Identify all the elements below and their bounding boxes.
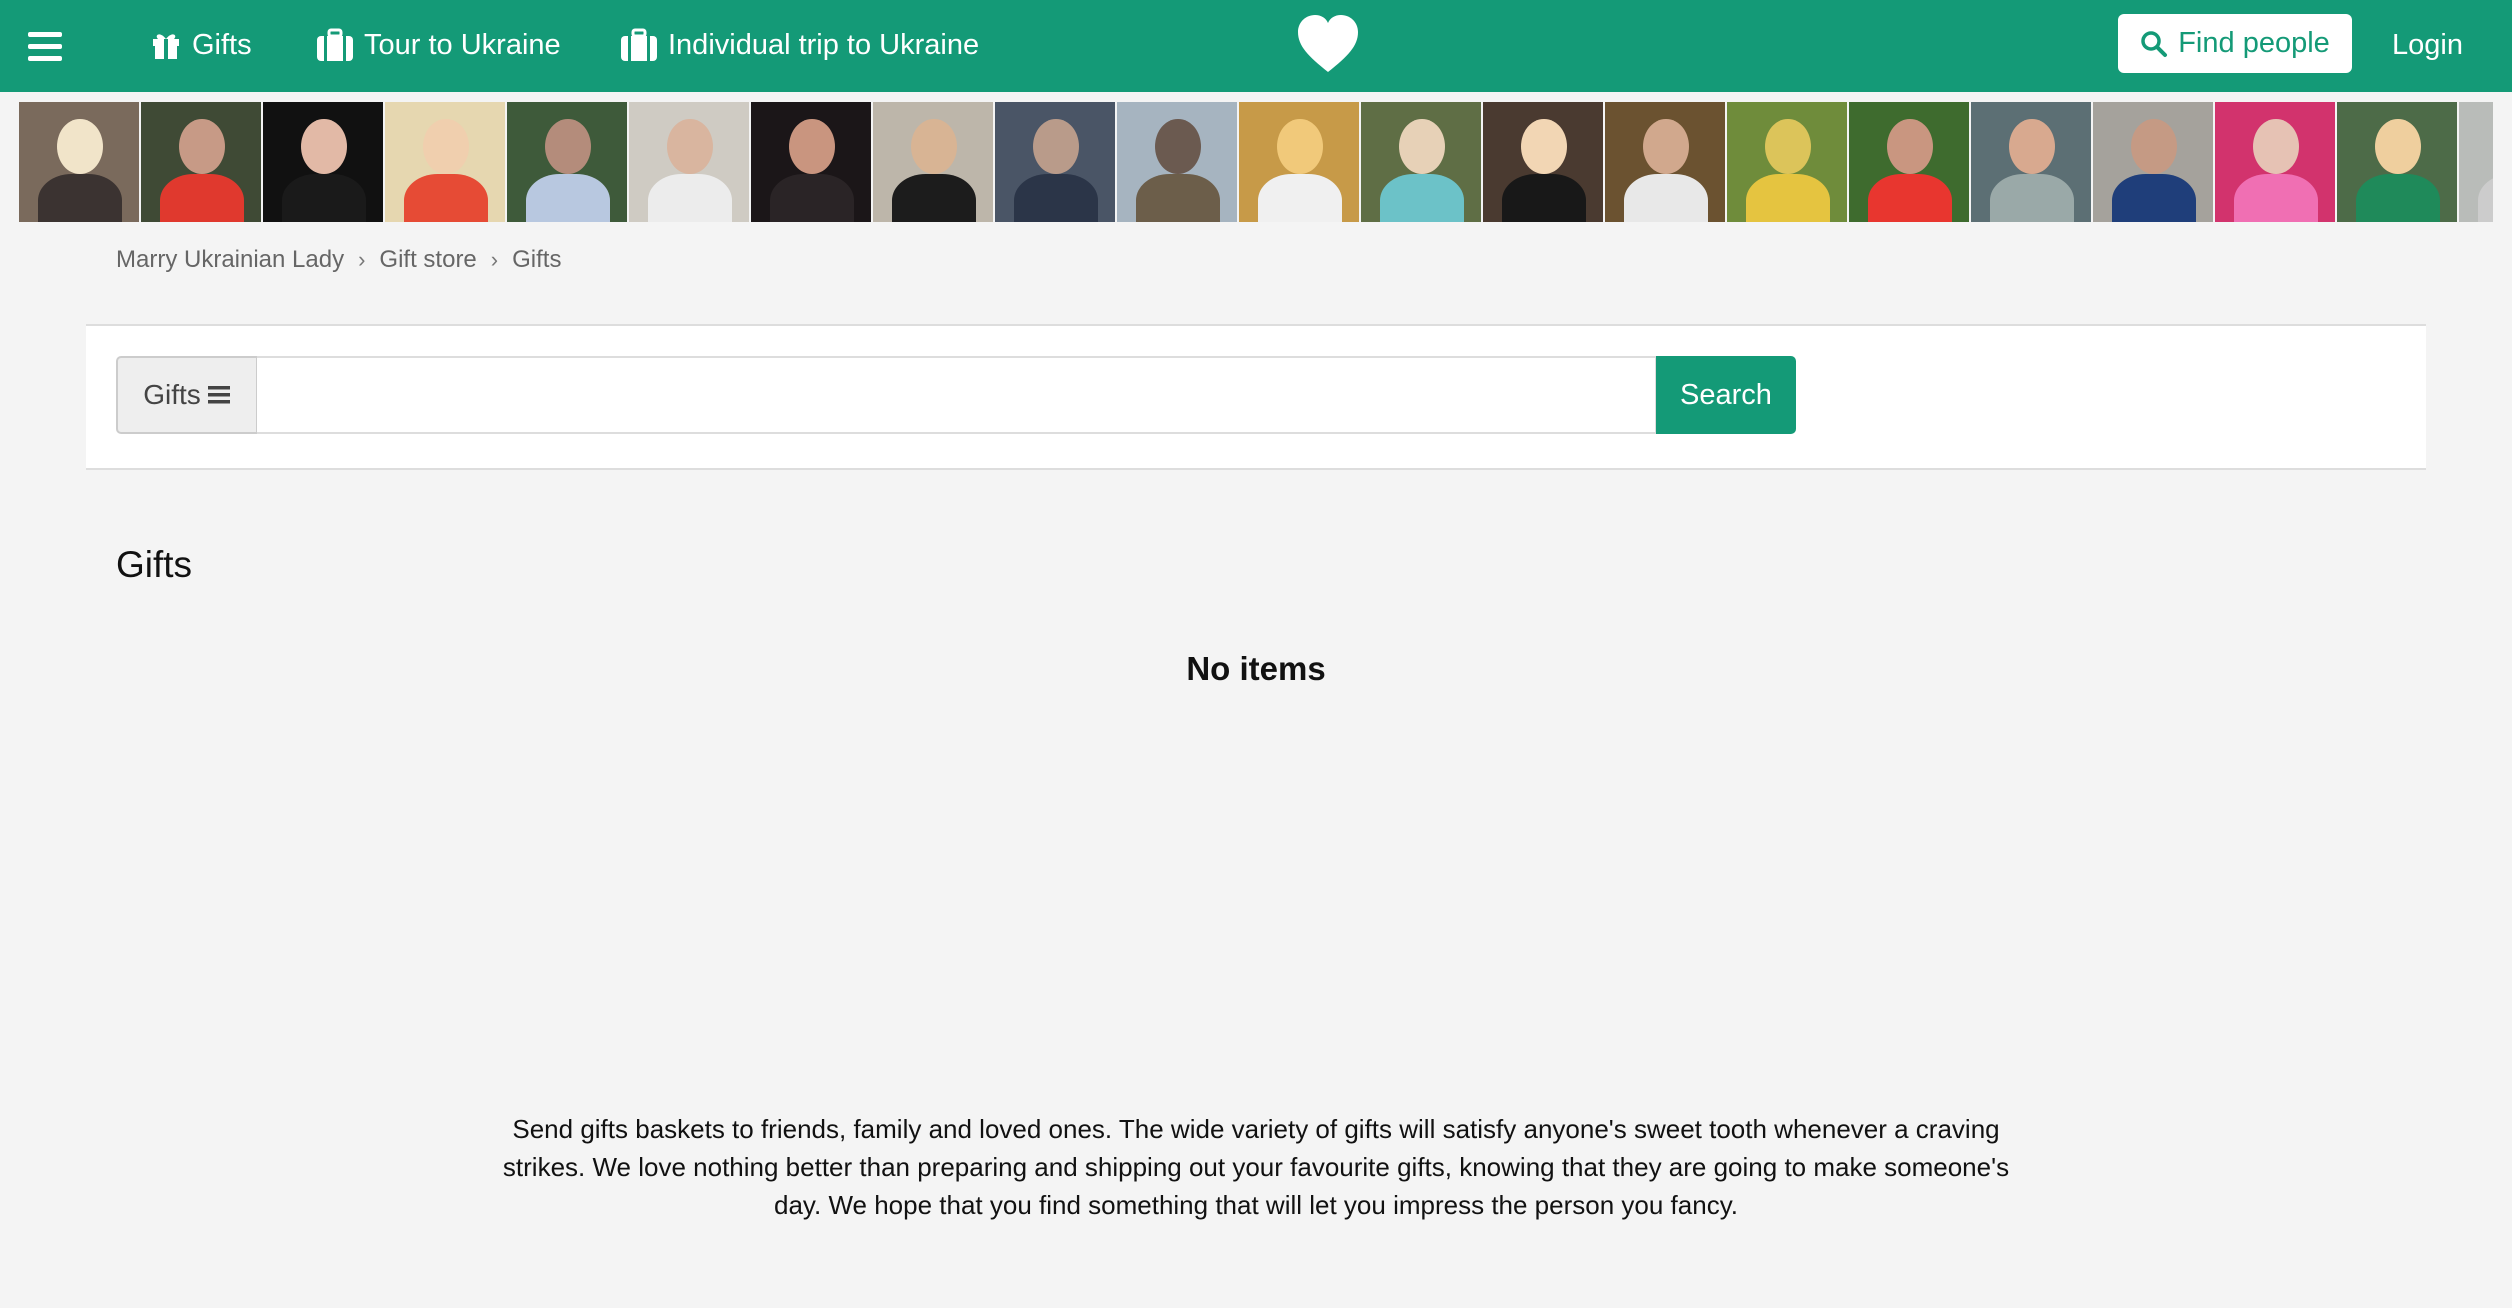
profile-photo-thumbnail[interactable] bbox=[2459, 102, 2493, 222]
photo-figure-body bbox=[2112, 174, 2197, 222]
chevron-right-icon: › bbox=[490, 247, 499, 272]
heart-logo-icon[interactable] bbox=[1296, 14, 1360, 74]
breadcrumb-gifts[interactable]: Gifts bbox=[512, 246, 561, 274]
photo-figure-body bbox=[892, 174, 977, 222]
photo-figure-body bbox=[38, 174, 123, 222]
nav-trip-label: Individual trip to Ukraine bbox=[668, 28, 980, 61]
profile-photo-thumbnail[interactable] bbox=[873, 102, 993, 222]
profile-photo-thumbnail[interactable] bbox=[141, 102, 261, 222]
profile-photo-thumbnail[interactable] bbox=[1483, 102, 1603, 222]
breadcrumb-home[interactable]: Marry Ukrainian Lady bbox=[116, 246, 344, 274]
gift-icon bbox=[153, 34, 179, 59]
profile-photo-thumbnail[interactable] bbox=[1117, 102, 1237, 222]
photo-figure-head bbox=[1399, 118, 1445, 174]
top-navigation-bar: Gifts Tour to Ukraine Individual trip to… bbox=[0, 0, 2512, 92]
photo-figure-body bbox=[2356, 174, 2441, 222]
photo-figure-body bbox=[648, 174, 733, 222]
profile-photo-thumbnail[interactable] bbox=[1605, 102, 1725, 222]
photo-figure-head bbox=[1765, 118, 1811, 174]
photo-figure-body bbox=[770, 174, 855, 222]
photo-figure-head bbox=[789, 118, 835, 174]
find-people-label: Find people bbox=[2178, 27, 2330, 59]
photo-figure-body bbox=[2234, 174, 2319, 222]
photo-figure-head bbox=[2253, 118, 2299, 174]
photo-figure-body bbox=[282, 174, 367, 222]
photo-figure-body bbox=[1868, 174, 1953, 222]
photo-figure-head bbox=[1887, 118, 1933, 174]
profile-photo-thumbnail[interactable] bbox=[2215, 102, 2335, 222]
photo-figure-head bbox=[911, 118, 957, 174]
profile-photo-thumbnail[interactable] bbox=[507, 102, 627, 222]
nav-individual-trip[interactable]: Individual trip to Ukraine bbox=[620, 22, 979, 68]
photo-figure-body bbox=[1502, 174, 1587, 222]
photo-figure-body bbox=[404, 174, 489, 222]
profile-photo-thumbnail[interactable] bbox=[2093, 102, 2213, 222]
profile-photo-thumbnail[interactable] bbox=[751, 102, 871, 222]
photo-figure-head bbox=[1277, 118, 1323, 174]
photo-figure-head bbox=[2375, 118, 2421, 174]
search-panel: Gifts Search bbox=[86, 324, 2426, 470]
profile-photo-thumbnail[interactable] bbox=[385, 102, 505, 222]
photo-figure-head bbox=[2131, 118, 2177, 174]
profile-photo-thumbnail[interactable] bbox=[1361, 102, 1481, 222]
suitcase-icon bbox=[621, 28, 657, 61]
photo-figure-head bbox=[1643, 118, 1689, 174]
photo-figure-head bbox=[57, 118, 103, 174]
profile-photo-thumbnail[interactable] bbox=[2337, 102, 2457, 222]
photo-figure-head bbox=[1521, 118, 1567, 174]
empty-state-message: No items bbox=[1186, 650, 1326, 687]
profile-photo-thumbnail[interactable] bbox=[1727, 102, 1847, 222]
profile-photo-thumbnail[interactable] bbox=[1971, 102, 2091, 222]
find-people-button[interactable]: Find people bbox=[2118, 14, 2352, 73]
suitcase-icon bbox=[317, 28, 353, 61]
photo-figure-body bbox=[1014, 174, 1099, 222]
photo-figure-head bbox=[1155, 118, 1201, 174]
photo-figure-body bbox=[1624, 174, 1709, 222]
category-label: Gifts bbox=[143, 379, 201, 410]
photo-figure-head bbox=[667, 118, 713, 174]
breadcrumb-gift-store[interactable]: Gift store bbox=[379, 246, 476, 274]
category-dropdown-button[interactable]: Gifts bbox=[116, 356, 258, 434]
bars-icon bbox=[207, 386, 230, 404]
photo-figure-head bbox=[545, 118, 591, 174]
photo-figure-head bbox=[1033, 118, 1079, 174]
photo-figure-head bbox=[179, 118, 225, 174]
menu-icon[interactable] bbox=[28, 32, 62, 62]
photo-figure-body bbox=[1136, 174, 1221, 222]
profile-photo-thumbnail[interactable] bbox=[1239, 102, 1359, 222]
chevron-right-icon: › bbox=[358, 247, 366, 272]
login-link[interactable]: Login bbox=[2392, 22, 2463, 68]
photo-figure-body bbox=[1746, 174, 1831, 222]
profile-photo-thumbnail[interactable] bbox=[19, 102, 139, 222]
nav-gifts-label: Gifts bbox=[192, 28, 252, 61]
photo-figure-body bbox=[526, 174, 611, 222]
profile-photo-thumbnail[interactable] bbox=[263, 102, 383, 222]
search-icon bbox=[2141, 30, 2168, 57]
profile-photo-thumbnail[interactable] bbox=[995, 102, 1115, 222]
photo-figure-body bbox=[1380, 174, 1465, 222]
search-button[interactable]: Search bbox=[1656, 356, 1796, 434]
breadcrumb: Marry Ukrainian Lady › Gift store › Gift… bbox=[116, 244, 561, 276]
photo-figure-body bbox=[1258, 174, 1343, 222]
profile-photo-thumbnail[interactable] bbox=[1849, 102, 1969, 222]
profile-photo-thumbnail[interactable] bbox=[629, 102, 749, 222]
profile-photo-strip bbox=[19, 102, 2493, 222]
photo-figure-body bbox=[1990, 174, 2075, 222]
search-input[interactable] bbox=[257, 356, 1657, 434]
photo-figure-body bbox=[160, 174, 245, 222]
nav-gifts[interactable]: Gifts bbox=[150, 22, 252, 68]
photo-figure-body bbox=[2478, 174, 2493, 222]
nav-tour-to-ukraine[interactable]: Tour to Ukraine bbox=[316, 22, 561, 68]
gifts-description: Send gifts baskets to friends, family an… bbox=[502, 1114, 2010, 1220]
photo-figure-head bbox=[301, 118, 347, 174]
photo-figure-head bbox=[423, 118, 469, 174]
photo-figure-head bbox=[2009, 118, 2055, 174]
page-title: Gifts bbox=[116, 544, 193, 585]
nav-tour-label: Tour to Ukraine bbox=[364, 28, 561, 61]
